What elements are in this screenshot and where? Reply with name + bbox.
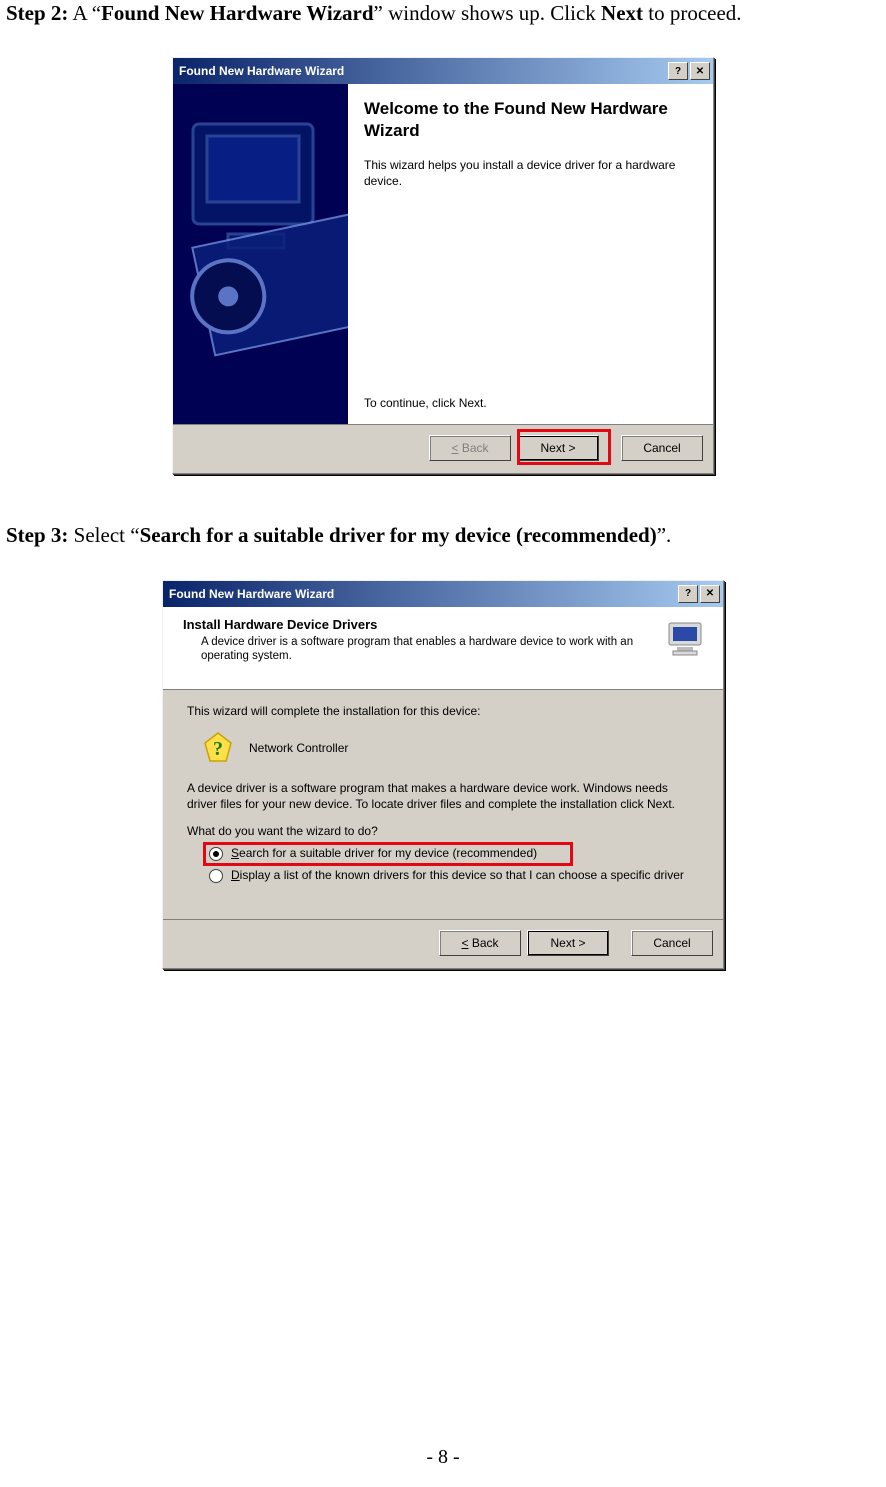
titlebar: Found New Hardware Wizard ? ✕ (163, 581, 723, 607)
window-title: Found New Hardware Wizard (169, 587, 334, 601)
window-title: Found New Hardware Wizard (179, 64, 344, 78)
step2-label: Step 2: (6, 1, 68, 25)
device-icon (665, 617, 709, 661)
radio-icon (209, 869, 223, 883)
wizard-side-graphic (173, 84, 348, 424)
radio-icon (209, 847, 223, 861)
wizard-line1: This wizard will complete the installati… (187, 704, 699, 720)
radio-label: Search for a suitable driver for my devi… (231, 846, 537, 862)
wizard-line2: A device driver is a software program th… (187, 781, 699, 812)
wizard-header-panel: Install Hardware Device Drivers A device… (163, 607, 723, 690)
wizard-subheading-desc: A device driver is a software program th… (201, 635, 657, 664)
wizard-install-window: Found New Hardware Wizard ? ✕ Install Ha… (162, 580, 724, 970)
wizard-body: This wizard will complete the installati… (163, 690, 723, 920)
wizard-footer: < Back Next > Cancel (173, 424, 713, 473)
wizard-welcome-window: Found New Hardware Wizard ? ✕ (172, 57, 714, 474)
help-button[interactable]: ? (678, 585, 698, 603)
page-number: - 8 - (0, 1446, 886, 1469)
device-name: Network Controller (249, 741, 348, 755)
help-button[interactable]: ? (668, 62, 688, 80)
next-button[interactable]: Next > (517, 435, 599, 461)
next-button[interactable]: Next > (527, 930, 609, 956)
step2-instruction: Step 2: A “Found New Hardware Wizard” wi… (6, 0, 880, 27)
wizard-question: What do you want the wizard to do? (187, 824, 699, 840)
cancel-button[interactable]: Cancel (631, 930, 713, 956)
wizard-subheading: Install Hardware Device Drivers (183, 617, 657, 632)
radio-option-display[interactable]: Display a list of the known drivers for … (209, 868, 699, 884)
wizard-intro-text: This wizard helps you install a device d… (364, 157, 695, 189)
wizard-heading: Welcome to the Found New Hardware Wizard (364, 98, 695, 141)
radio-option-search[interactable]: Search for a suitable driver for my devi… (209, 846, 699, 862)
close-button[interactable]: ✕ (700, 585, 720, 603)
back-button: < Back (429, 435, 511, 461)
radio-label: Display a list of the known drivers for … (231, 868, 684, 884)
device-row: ? Network Controller (201, 731, 699, 765)
close-button[interactable]: ✕ (690, 62, 710, 80)
back-button[interactable]: < Back (439, 930, 521, 956)
titlebar: Found New Hardware Wizard ? ✕ (173, 58, 713, 84)
step3-instruction: Step 3: Select “Search for a suitable dr… (6, 522, 880, 549)
cancel-button[interactable]: Cancel (621, 435, 703, 461)
wizard-welcome-panel: Welcome to the Found New Hardware Wizard… (348, 84, 713, 424)
step3-label: Step 3: (6, 523, 68, 547)
wizard-continue-text: To continue, click Next. (364, 396, 487, 410)
svg-text:?: ? (213, 738, 223, 760)
wizard-footer: < Back Next > Cancel (163, 919, 723, 968)
question-icon: ? (201, 731, 235, 765)
